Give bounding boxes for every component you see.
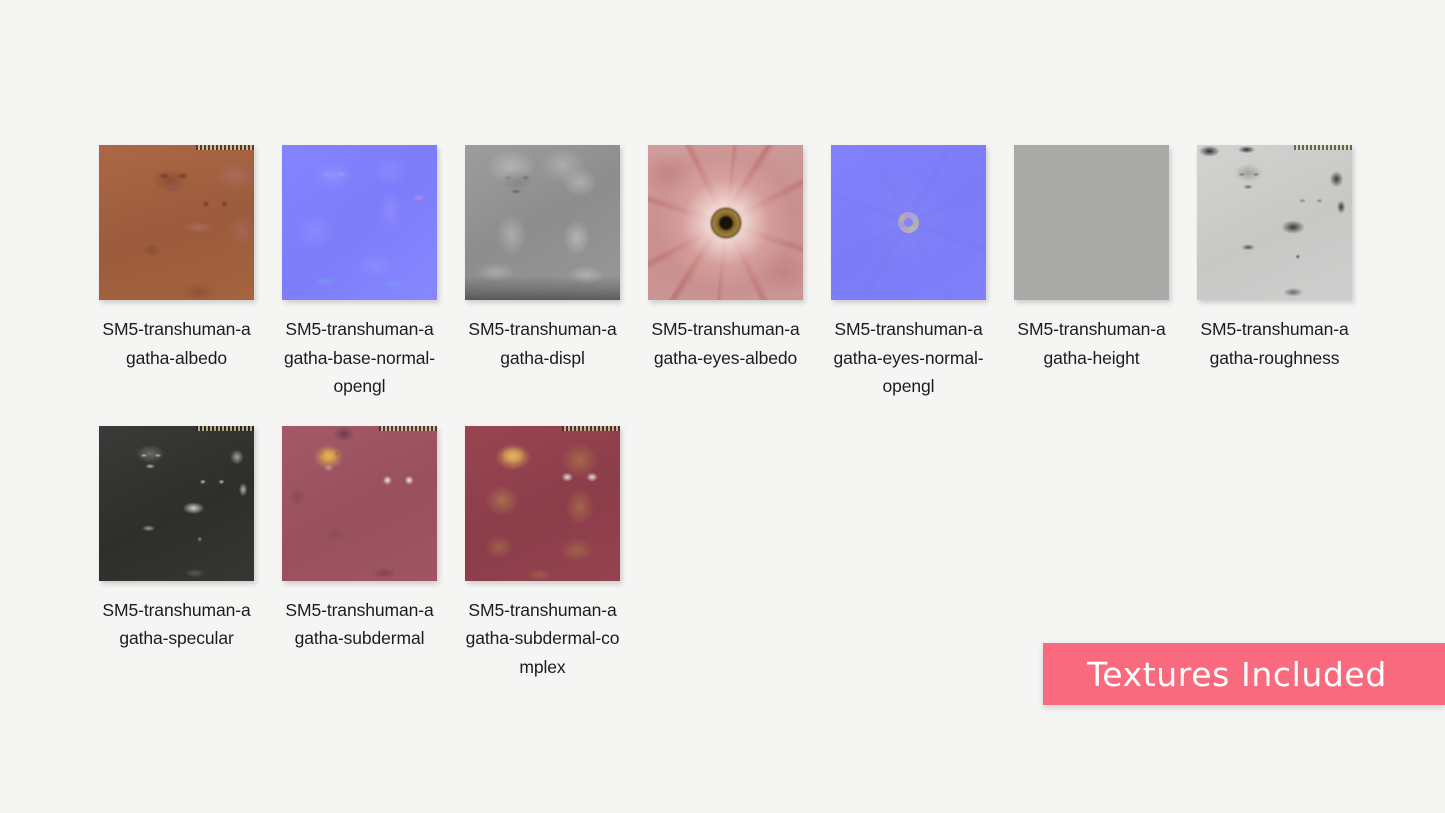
texture-header-strip-icon [196, 425, 254, 431]
texture-card[interactable]: SM5-transhuman-agatha-roughness [1197, 145, 1352, 401]
texture-preview-height [1014, 145, 1169, 300]
texture-label: SM5-transhuman-agatha-height [1017, 319, 1166, 368]
texture-grid: SM5-transhuman-agatha-albedo SM5-transhu… [99, 145, 1389, 706]
texture-card[interactable]: SM5-transhuman-agatha-eyes-normal-opengl [831, 145, 986, 401]
texture-header-strip-icon [1294, 145, 1352, 150]
texture-label: SM5-transhuman-agatha-subdermal-complex [465, 599, 620, 677]
iris-icon [710, 207, 741, 238]
texture-label: SM5-transhuman-agatha-displ [468, 319, 617, 368]
texture-preview-roughness [1197, 145, 1352, 300]
texture-preview-base-normal [282, 145, 437, 300]
texture-label: SM5-transhuman-agatha-specular [102, 599, 251, 649]
texture-thumbnail[interactable] [648, 145, 803, 300]
texture-thumbnail[interactable] [1014, 145, 1169, 300]
texture-preview-displacement [465, 145, 620, 300]
texture-card[interactable]: SM5-transhuman-agatha-displ [465, 145, 620, 401]
texture-thumbnail[interactable] [99, 425, 254, 581]
textures-included-banner: Textures Included [1043, 643, 1445, 705]
texture-label: SM5-transhuman-agatha-roughness [1200, 319, 1349, 368]
texture-card[interactable]: SM5-transhuman-agatha-specular [99, 425, 254, 682]
texture-card[interactable]: SM5-transhuman-agatha-subdermal-complex [465, 425, 620, 682]
iris-icon [898, 212, 919, 233]
texture-preview-specular [99, 425, 254, 581]
texture-thumbnail[interactable] [282, 425, 437, 581]
texture-card[interactable]: SM5-transhuman-agatha-subdermal [282, 425, 437, 682]
texture-preview-eyes-normal [831, 145, 986, 300]
banner-label: Textures Included [1087, 654, 1387, 694]
texture-card[interactable]: SM5-transhuman-agatha-base-normal-opengl [282, 145, 437, 401]
texture-card[interactable]: SM5-transhuman-agatha-albedo [99, 145, 254, 401]
texture-thumbnail[interactable] [1197, 145, 1352, 300]
texture-thumbnail[interactable] [831, 145, 986, 300]
texture-card[interactable]: SM5-transhuman-agatha-height [1014, 145, 1169, 401]
texture-thumbnail[interactable] [99, 145, 254, 300]
texture-thumbnail[interactable] [465, 145, 620, 300]
texture-label: SM5-transhuman-agatha-eyes-normal-opengl [833, 319, 984, 396]
texture-sheet-page: SM5-transhuman-agatha-albedo SM5-transhu… [0, 0, 1445, 813]
texture-header-strip-icon [196, 145, 254, 150]
texture-thumbnail[interactable] [465, 425, 620, 581]
texture-card[interactable]: SM5-transhuman-agatha-eyes-albedo [648, 145, 803, 401]
texture-preview-subdermal [282, 425, 437, 581]
texture-label: SM5-transhuman-agatha-base-normal-opengl [284, 319, 435, 396]
texture-header-strip-icon [562, 425, 620, 431]
texture-preview-eyes-albedo [648, 145, 803, 300]
texture-label: SM5-transhuman-agatha-subdermal [285, 599, 434, 649]
texture-label: SM5-transhuman-agatha-eyes-albedo [651, 319, 800, 368]
texture-thumbnail[interactable] [282, 145, 437, 300]
texture-header-strip-icon [379, 425, 437, 431]
texture-preview-albedo [99, 145, 254, 300]
texture-preview-subdermal-complex [465, 425, 620, 581]
texture-label: SM5-transhuman-agatha-albedo [102, 319, 251, 368]
